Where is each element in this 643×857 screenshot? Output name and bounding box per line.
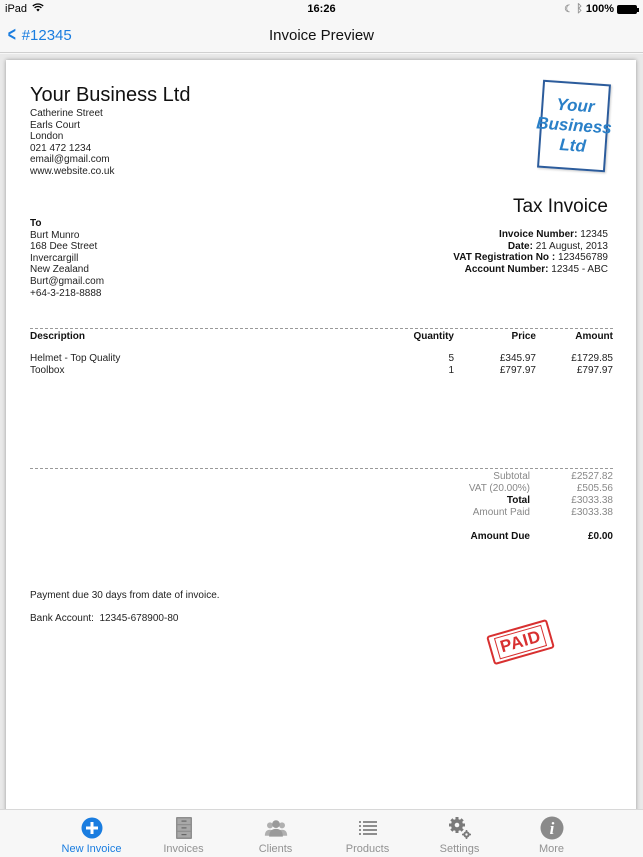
- tab-label: Settings: [439, 843, 480, 855]
- to-label: To: [30, 218, 42, 229]
- table-row: Helmet - Top Quality 5 £345.97 £1729.85: [30, 353, 613, 365]
- item-amount: £797.97: [576, 365, 613, 376]
- status-time: 16:26: [307, 3, 336, 15]
- vat-label: VAT (20.00%): [468, 483, 530, 494]
- tab-label: Products: [345, 843, 390, 855]
- navigation-bar: < #12345 Invoice Preview: [0, 20, 643, 53]
- invoice-title: Tax Invoice: [512, 196, 608, 217]
- business-line: London: [30, 131, 64, 143]
- vat-row: VAT (20.00%) £505.56: [30, 483, 613, 495]
- tab-label: Invoices: [163, 843, 204, 855]
- recipient-name: Burt Munro: [30, 229, 80, 241]
- recipient-line: 168 Dee Street: [30, 241, 98, 253]
- vat-registration: VAT Registration No : 123456789: [453, 252, 608, 264]
- business-line: Earls Court: [30, 119, 81, 131]
- bank-account: Bank Account: 12345-678900-80: [30, 613, 179, 624]
- item-price: £345.97: [499, 353, 536, 364]
- meta-label: Date:: [507, 240, 533, 252]
- item-quantity: 5: [448, 353, 454, 364]
- item-quantity: 1: [448, 365, 454, 376]
- moon-icon: ☾: [564, 3, 574, 15]
- invoice-date: Date: 21 August, 2013: [453, 241, 608, 253]
- people-icon: [264, 816, 288, 840]
- business-line: Catherine Street: [30, 108, 103, 119]
- recipient-phone: +64-3-218-8888: [30, 287, 102, 299]
- header-quantity: Quantity: [413, 331, 454, 342]
- table-row: Toolbox 1 £797.97 £797.97: [30, 365, 613, 377]
- meta-value: 21 August, 2013: [535, 240, 608, 252]
- divider: [30, 328, 613, 329]
- tab-label: More: [538, 843, 565, 855]
- stamp-text: PAID: [493, 624, 548, 660]
- subtotal-row: Subtotal £2527.82: [30, 471, 613, 483]
- item-description: Toolbox: [30, 365, 65, 376]
- subtotal-value: £2527.82: [571, 471, 613, 482]
- item-amount: £1729.85: [571, 353, 613, 364]
- tab-label: New Invoice: [61, 843, 122, 855]
- svg-text:i: i: [549, 819, 554, 838]
- page-title: Invoice Preview: [268, 27, 375, 44]
- business-phone: 021 472 1234: [30, 142, 92, 154]
- meta-value: 123456789: [557, 252, 608, 264]
- tab-label: Clients: [258, 843, 293, 855]
- invoice-page: Your Business Ltd Catherine Street Earls…: [6, 60, 636, 820]
- tab-bar: New Invoice Invoices Clients Products Se…: [0, 809, 643, 857]
- recipient-block: To Burt Munro 168 Dee Street Invercargil…: [30, 218, 104, 299]
- business-website: www.website.co.uk: [30, 165, 115, 177]
- tab-invoices[interactable]: Invoices: [138, 810, 230, 857]
- business-name: Your Business Ltd: [30, 84, 191, 106]
- tab-settings[interactable]: Settings: [414, 810, 506, 857]
- plus-circle-icon: [80, 816, 104, 840]
- bluetooth-icon: ᛒ: [576, 3, 583, 15]
- subtotal-label: Subtotal: [493, 471, 530, 482]
- business-logo: Your Business Ltd: [536, 79, 612, 173]
- business-address: Catherine Street Earls Court London 021 …: [30, 108, 114, 178]
- total-label: Total: [506, 495, 530, 506]
- recipient-line: New Zealand: [30, 264, 89, 276]
- payment-terms: Payment due 30 days from date of invoice…: [30, 590, 220, 601]
- total-row: Total £3033.38: [30, 495, 613, 507]
- header-description: Description: [30, 331, 86, 342]
- header-price: Price: [511, 331, 536, 342]
- item-description: Helmet - Top Quality: [30, 353, 121, 364]
- header-amount: Amount: [575, 331, 613, 342]
- invoice-number: Invoice Number: 12345: [453, 229, 608, 241]
- tab-new-invoice[interactable]: New Invoice: [46, 810, 138, 857]
- invoice-meta: Invoice Number: 12345 Date: 21 August, 2…: [453, 229, 608, 275]
- cabinet-icon: [172, 816, 196, 840]
- amount-due-row: Amount Due £0.00: [30, 531, 613, 543]
- meta-label: VAT Registration No :: [453, 252, 556, 264]
- meta-label: Account Number:: [464, 263, 549, 275]
- invoice-preview-area[interactable]: Your Business Ltd Catherine Street Earls…: [0, 54, 643, 820]
- tab-products[interactable]: Products: [322, 810, 414, 857]
- list-icon: [356, 816, 380, 840]
- amount-due-value: £0.00: [587, 531, 613, 542]
- divider: [30, 468, 613, 469]
- vat-value: £505.56: [576, 483, 613, 494]
- tab-clients[interactable]: Clients: [230, 810, 322, 857]
- business-email: email@gmail.com: [30, 154, 110, 166]
- meta-value: 12345 - ABC: [551, 263, 608, 275]
- amount-paid-label: Amount Paid: [472, 507, 530, 518]
- total-value: £3033.38: [571, 495, 613, 506]
- amount-paid-value: £3033.38: [571, 507, 613, 518]
- amount-due-label: Amount Due: [470, 531, 530, 542]
- battery-icon: [617, 4, 639, 14]
- meta-label: Invoice Number:: [499, 229, 578, 240]
- info-icon: i: [540, 816, 564, 840]
- recipient-email: Burt@gmail.com: [30, 275, 105, 287]
- item-price: £797.97: [499, 365, 536, 376]
- meta-value: 12345: [580, 229, 608, 240]
- tab-more[interactable]: i More: [506, 810, 598, 857]
- paid-stamp: PAID: [486, 618, 556, 666]
- battery-percent: 100%: [585, 3, 614, 15]
- status-bar: iPad 16:26 ☾ ᛒ 100%: [0, 0, 643, 20]
- gears-icon: [448, 816, 472, 840]
- amount-paid-row: Amount Paid £3033.38: [30, 507, 613, 519]
- account-number: Account Number: 12345 - ABC: [453, 264, 608, 276]
- recipient-line: Invercargill: [30, 252, 79, 264]
